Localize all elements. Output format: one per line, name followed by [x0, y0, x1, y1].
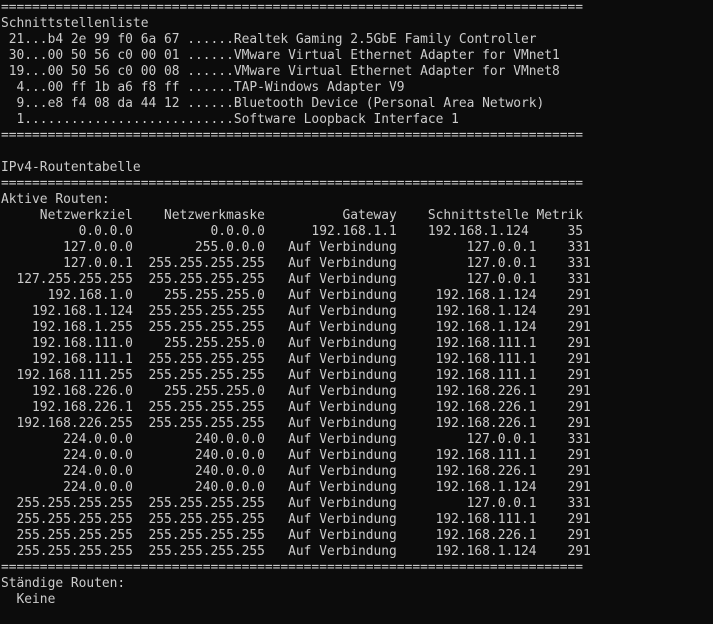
terminal-line: 192.168.226.0 255.255.255.0 Auf Verbindu… — [1, 384, 591, 399]
terminal-line: Keine — [1, 592, 56, 607]
terminal-line: ========================================… — [1, 0, 584, 15]
terminal-line: Schnittstellenliste — [1, 16, 149, 31]
terminal-line: 224.0.0.0 240.0.0.0 Auf Verbindung 192.1… — [1, 480, 591, 495]
terminal-line: 192.168.1.255 255.255.255.255 Auf Verbin… — [1, 320, 591, 335]
terminal-line: 224.0.0.0 240.0.0.0 Auf Verbindung 192.1… — [1, 464, 591, 479]
terminal-output: ========================================… — [1, 0, 591, 608]
terminal-line: 192.168.226.255 255.255.255.255 Auf Verb… — [1, 416, 591, 431]
terminal-line: 192.168.1.0 255.255.255.0 Auf Verbindung… — [1, 288, 591, 303]
terminal-line: 127.255.255.255 255.255.255.255 Auf Verb… — [1, 272, 591, 287]
terminal-line: 255.255.255.255 255.255.255.255 Auf Verb… — [1, 544, 591, 559]
terminal-line: 19...00 50 56 c0 00 08 ......VMware Virt… — [1, 64, 560, 79]
terminal-line: IPv4-Routentabelle — [1, 160, 141, 175]
terminal-line: ========================================… — [1, 560, 584, 575]
terminal-window[interactable]: ========================================… — [0, 0, 713, 624]
terminal-line: 30...00 50 56 c0 00 01 ......VMware Virt… — [1, 48, 560, 63]
terminal-line: 127.0.0.0 255.0.0.0 Auf Verbindung 127.0… — [1, 240, 591, 255]
terminal-line: 192.168.111.255 255.255.255.255 Auf Verb… — [1, 368, 591, 383]
terminal-line: ========================================… — [1, 176, 584, 191]
terminal-line: 4...00 ff 1b a6 f8 ff ......TAP-Windows … — [1, 80, 405, 95]
terminal-line: 255.255.255.255 255.255.255.255 Auf Verb… — [1, 528, 591, 543]
terminal-line: 255.255.255.255 255.255.255.255 Auf Verb… — [1, 496, 591, 511]
terminal-line: 192.168.1.124 255.255.255.255 Auf Verbin… — [1, 304, 591, 319]
terminal-line: 1...........................Software Loo… — [1, 112, 459, 127]
terminal-line: 224.0.0.0 240.0.0.0 Auf Verbindung 127.0… — [1, 432, 591, 447]
terminal-line: 192.168.111.1 255.255.255.255 Auf Verbin… — [1, 352, 591, 367]
terminal-line: Aktive Routen: — [1, 192, 110, 207]
terminal-line: Netzwerkziel Netzwerkmaske Gateway Schni… — [1, 208, 584, 223]
terminal-line: 9...e8 f4 08 da 44 12 ......Bluetooth De… — [1, 96, 545, 111]
terminal-line: ========================================… — [1, 128, 584, 143]
terminal-line: 192.168.226.1 255.255.255.255 Auf Verbin… — [1, 400, 591, 415]
terminal-line: 192.168.111.0 255.255.255.0 Auf Verbindu… — [1, 336, 591, 351]
terminal-line: Ständige Routen: — [1, 576, 126, 591]
terminal-line: 0.0.0.0 0.0.0.0 192.168.1.1 192.168.1.12… — [1, 224, 584, 239]
terminal-line: 255.255.255.255 255.255.255.255 Auf Verb… — [1, 512, 591, 527]
terminal-line: 224.0.0.0 240.0.0.0 Auf Verbindung 192.1… — [1, 448, 591, 463]
terminal-line: 21...b4 2e 99 f0 6a 67 ......Realtek Gam… — [1, 32, 537, 47]
terminal-line: 127.0.0.1 255.255.255.255 Auf Verbindung… — [1, 256, 591, 271]
